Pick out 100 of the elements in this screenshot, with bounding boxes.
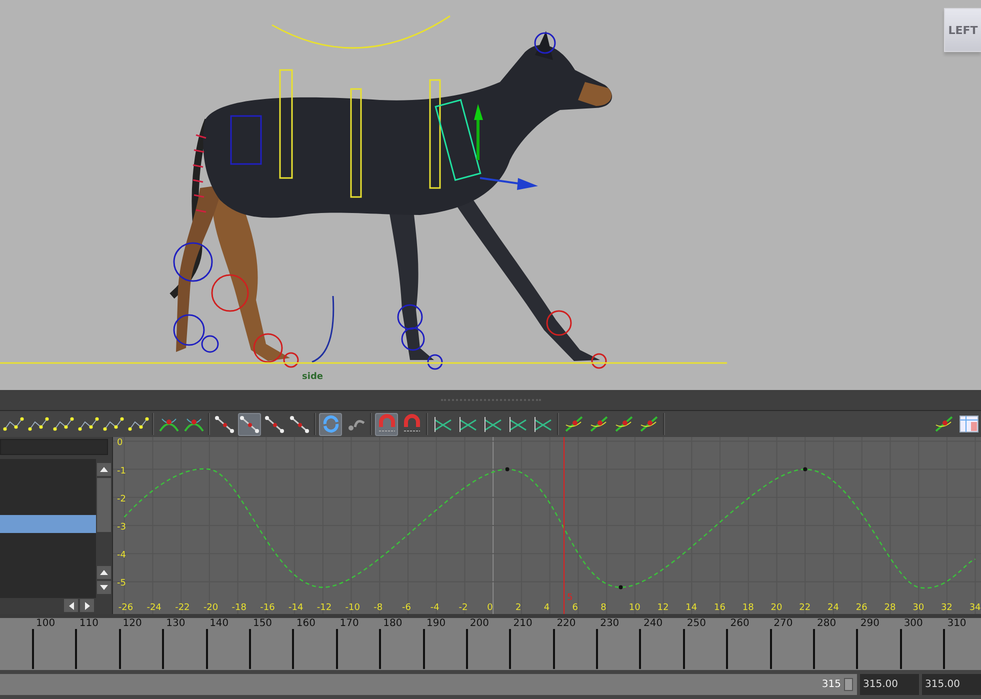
end-time-field[interactable]: 315.00 (922, 674, 981, 695)
tick-label: 22 (799, 603, 811, 613)
frame-label: 300 (904, 618, 923, 629)
tick-label: 8 (600, 603, 606, 613)
tick-label: -8 (374, 603, 383, 613)
scroll-right-button[interactable] (80, 599, 94, 612)
tick-label: -1 (117, 466, 126, 476)
tick-label: -4 (430, 603, 440, 613)
tick-mark (639, 629, 642, 669)
tick-label: 0 (487, 603, 493, 613)
range-slider[interactable]: 315 (0, 674, 857, 695)
tick-mark (943, 629, 946, 669)
scroll-left-button[interactable] (64, 599, 78, 612)
up-arrow-icon (100, 570, 108, 575)
tool-button[interactable] (375, 412, 398, 436)
tool-button[interactable] (319, 412, 342, 436)
frame-label: 100 (36, 618, 56, 629)
tick-mark (770, 629, 772, 669)
tick-label: -24 (146, 603, 162, 613)
tool-button[interactable] (238, 412, 261, 436)
tick-label: 24 (828, 603, 839, 613)
keyframe-point[interactable] (803, 467, 808, 472)
keyframe-point[interactable] (618, 585, 623, 590)
tick-label: 12 (657, 603, 669, 613)
down-arrow-icon (100, 585, 108, 590)
frame-label: 280 (817, 618, 836, 629)
frame-label: 110 (79, 618, 98, 629)
frame-label: 290 (860, 618, 880, 629)
tick-label: 18 (742, 603, 754, 613)
tool-button[interactable] (957, 412, 980, 436)
frame-label: 240 (643, 618, 663, 629)
tick-label: -2 (458, 603, 468, 613)
tick-label: 0 (117, 438, 123, 448)
tick-mark (206, 629, 208, 669)
tangent-icon (264, 413, 286, 435)
frame-label: 270 (774, 618, 793, 629)
frame-label: 210 (513, 618, 532, 629)
tick-label: -14 (288, 603, 304, 613)
tick-mark (32, 629, 34, 669)
right-arrow-icon (84, 602, 90, 610)
tick-label: 32 (940, 603, 952, 613)
frame-label: 220 (556, 618, 576, 629)
camera-label: side (302, 372, 323, 382)
frame-label: 120 (122, 618, 142, 629)
frame-label: 170 (340, 618, 359, 629)
tick-label: 6 (572, 603, 578, 613)
view-cube-button[interactable]: LEFT (944, 8, 981, 52)
tick-mark (336, 629, 338, 669)
tick-label: -26 (118, 603, 134, 613)
scrollbar-thumb[interactable] (97, 478, 111, 532)
scroll-down-button[interactable] (97, 581, 111, 594)
frame-label: 130 (166, 618, 186, 629)
tick-mark (248, 629, 251, 669)
tick-mark (509, 629, 512, 669)
tick-label: -12 (316, 603, 332, 613)
tick-mark (422, 629, 425, 669)
tick-mark (466, 629, 468, 669)
tick-label: 4 (544, 603, 550, 613)
tangent-icon (239, 413, 260, 435)
keyframe-point[interactable] (505, 467, 510, 472)
frame-label: 250 (686, 618, 706, 629)
tick-label: 26 (856, 603, 868, 613)
frame-label: 140 (210, 618, 229, 629)
frame-label: 160 (296, 618, 316, 629)
tick-label: -6 (402, 603, 411, 613)
tick-label: -2 (117, 494, 126, 504)
tick-label: -20 (203, 603, 218, 613)
current-frame-label: 5 (567, 593, 573, 603)
frame-label: 150 (252, 618, 272, 629)
tick-label: -22 (175, 603, 190, 613)
frame-label: 310 (947, 618, 966, 629)
slider-handle[interactable] (844, 678, 853, 691)
tick-label: -18 (232, 603, 247, 613)
scroll-up-button[interactable] (97, 463, 111, 476)
frame-label: 230 (600, 618, 620, 629)
frame-label: 190 (426, 618, 446, 629)
tick-label: -5 (117, 578, 126, 589)
tick-label: -10 (345, 603, 360, 613)
tick-mark (75, 629, 78, 669)
table-icon (958, 413, 980, 435)
frame-label: 200 (470, 618, 489, 629)
tangent-icon (214, 413, 236, 435)
tick-mark (813, 629, 816, 669)
tangent-icon (288, 413, 310, 435)
left-arrow-icon (68, 602, 74, 610)
tick-label: 34 (969, 603, 981, 613)
tick-mark (379, 629, 382, 669)
tick-mark (856, 629, 858, 669)
tick-mark (552, 629, 555, 669)
frame-label: 260 (730, 618, 750, 629)
filter-field[interactable] (0, 439, 108, 455)
scroll-up-button[interactable] (97, 566, 111, 579)
tick-label: 14 (686, 603, 698, 613)
tick-mark (726, 629, 728, 669)
tick-mark (118, 629, 121, 669)
tick-mark (900, 629, 902, 669)
start-time-field[interactable]: 315.00 (860, 674, 919, 695)
tick-label: 2 (515, 603, 522, 613)
range-end-label: 315 (822, 679, 841, 690)
tick-label: 30 (912, 603, 924, 613)
